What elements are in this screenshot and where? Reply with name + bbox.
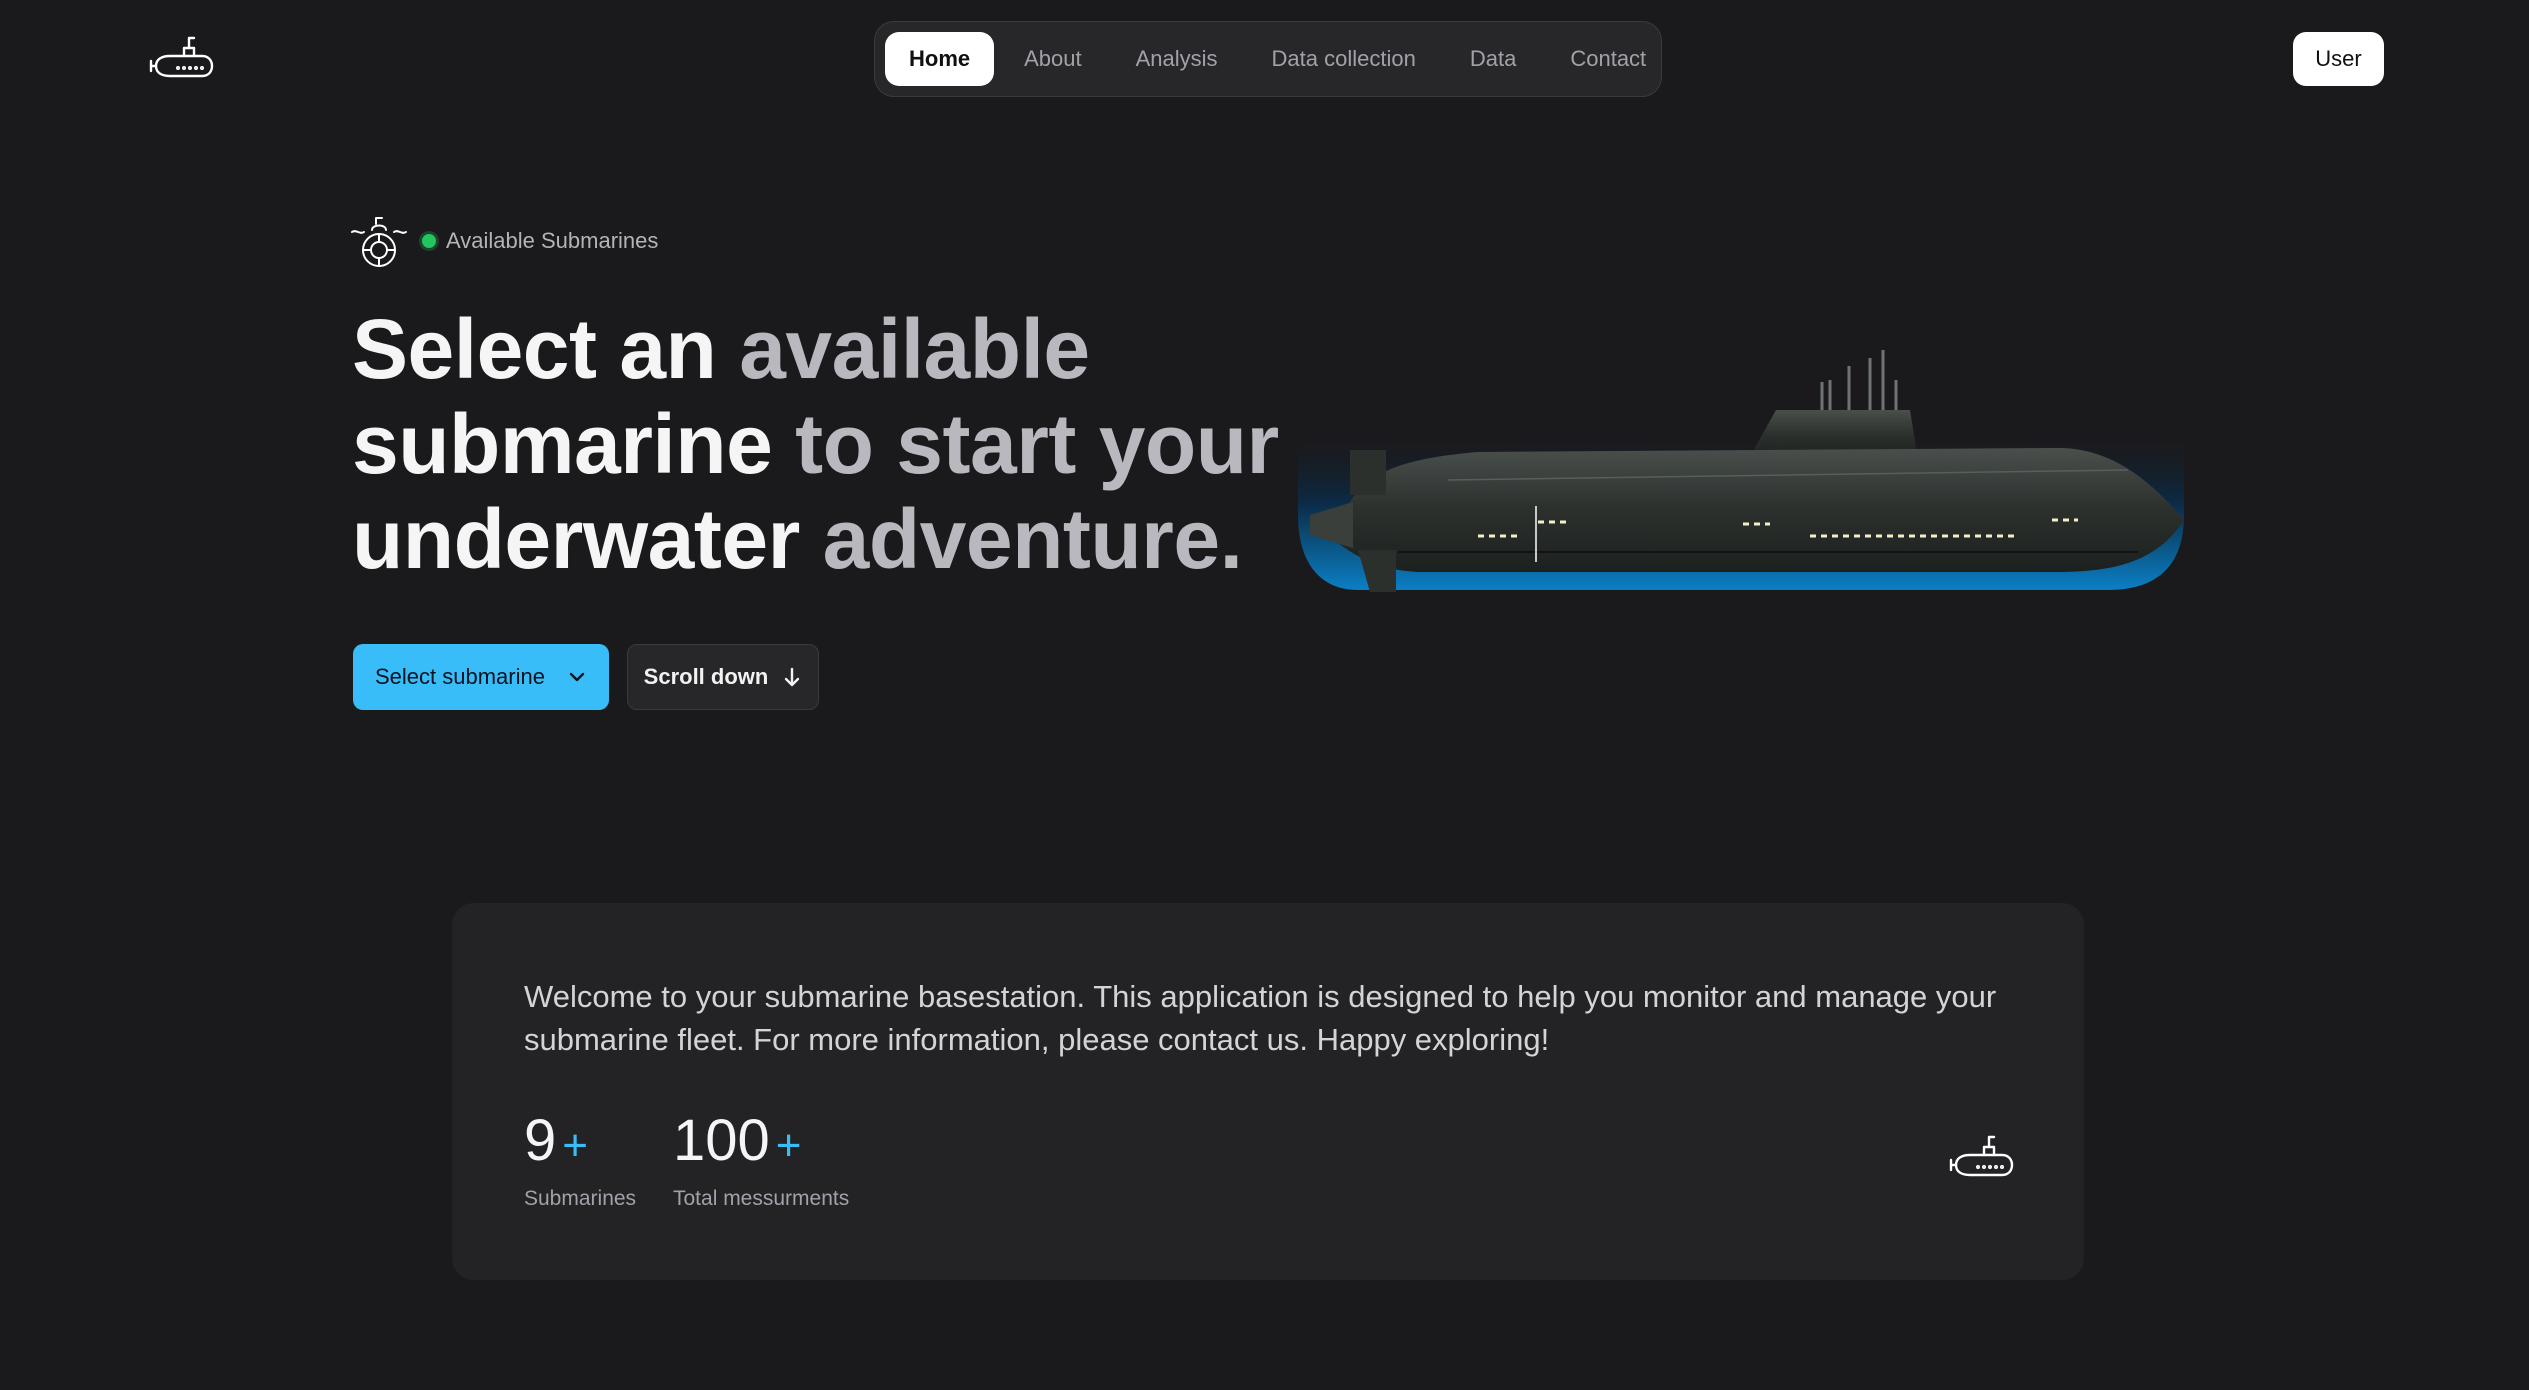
hero-word: available xyxy=(739,302,1090,396)
hero-word: start xyxy=(896,397,1076,491)
main-nav: Home About Analysis Data collection Data… xyxy=(874,21,1662,97)
select-submarine-label: Select submarine xyxy=(375,664,545,689)
stat-label: Total messurments xyxy=(673,1187,850,1210)
scroll-down-label: Scroll down xyxy=(643,664,769,689)
submarine-logo-icon[interactable] xyxy=(148,34,214,84)
stat-label: Submarines xyxy=(524,1187,637,1210)
hero-title: Select an available submarine to start y… xyxy=(352,302,1302,587)
stat-value: 100 + xyxy=(673,1108,849,1179)
nav-analysis[interactable]: Analysis xyxy=(1112,32,1242,86)
hero-word: submarine xyxy=(352,397,773,491)
hero-word: adventure. xyxy=(822,492,1243,586)
availability-badge: Available Submarines xyxy=(422,228,658,254)
scroll-down-button[interactable]: Scroll down xyxy=(627,644,819,710)
stat-plus: + xyxy=(562,1121,588,1170)
stat-number: 100 xyxy=(673,1108,770,1173)
welcome-text: Welcome to your submarine basestation. T… xyxy=(524,979,1997,1057)
hero-word: an xyxy=(619,302,717,396)
page: Home About Analysis Data collection Data… xyxy=(0,0,2529,1390)
select-submarine-button[interactable]: Select submarine xyxy=(353,644,609,710)
hero-word: your xyxy=(1098,397,1280,491)
chevron-down-icon xyxy=(569,672,585,682)
nav-data-collection[interactable]: Data collection xyxy=(1248,32,1440,86)
stat-value: 9 + xyxy=(524,1108,636,1179)
submarine-periscope-icon xyxy=(351,217,407,267)
nav-about[interactable]: About xyxy=(1000,32,1106,86)
nav-data[interactable]: Data xyxy=(1446,32,1540,86)
status-dot xyxy=(422,234,436,248)
arrow-down-icon xyxy=(785,667,800,687)
welcome-card: Welcome to your submarine basestation. T… xyxy=(452,903,2084,1280)
hero-word: underwater xyxy=(352,492,800,586)
user-button[interactable]: User xyxy=(2293,32,2384,86)
stat-plus: + xyxy=(775,1121,802,1170)
stat-number: 9 xyxy=(524,1108,557,1173)
stat-measurements: 100 + Total messurments xyxy=(673,1108,849,1211)
nav-home[interactable]: Home xyxy=(885,32,995,86)
submarine-icon xyxy=(1949,1135,2014,1177)
badge-label: Available Submarines xyxy=(446,228,659,253)
hero-word: Select xyxy=(352,302,597,396)
submarine-image xyxy=(1298,350,2184,592)
hero-word: to xyxy=(795,397,874,491)
stat-submarines: 9 + Submarines xyxy=(524,1108,636,1211)
nav-contact[interactable]: Contact xyxy=(1546,32,1670,86)
